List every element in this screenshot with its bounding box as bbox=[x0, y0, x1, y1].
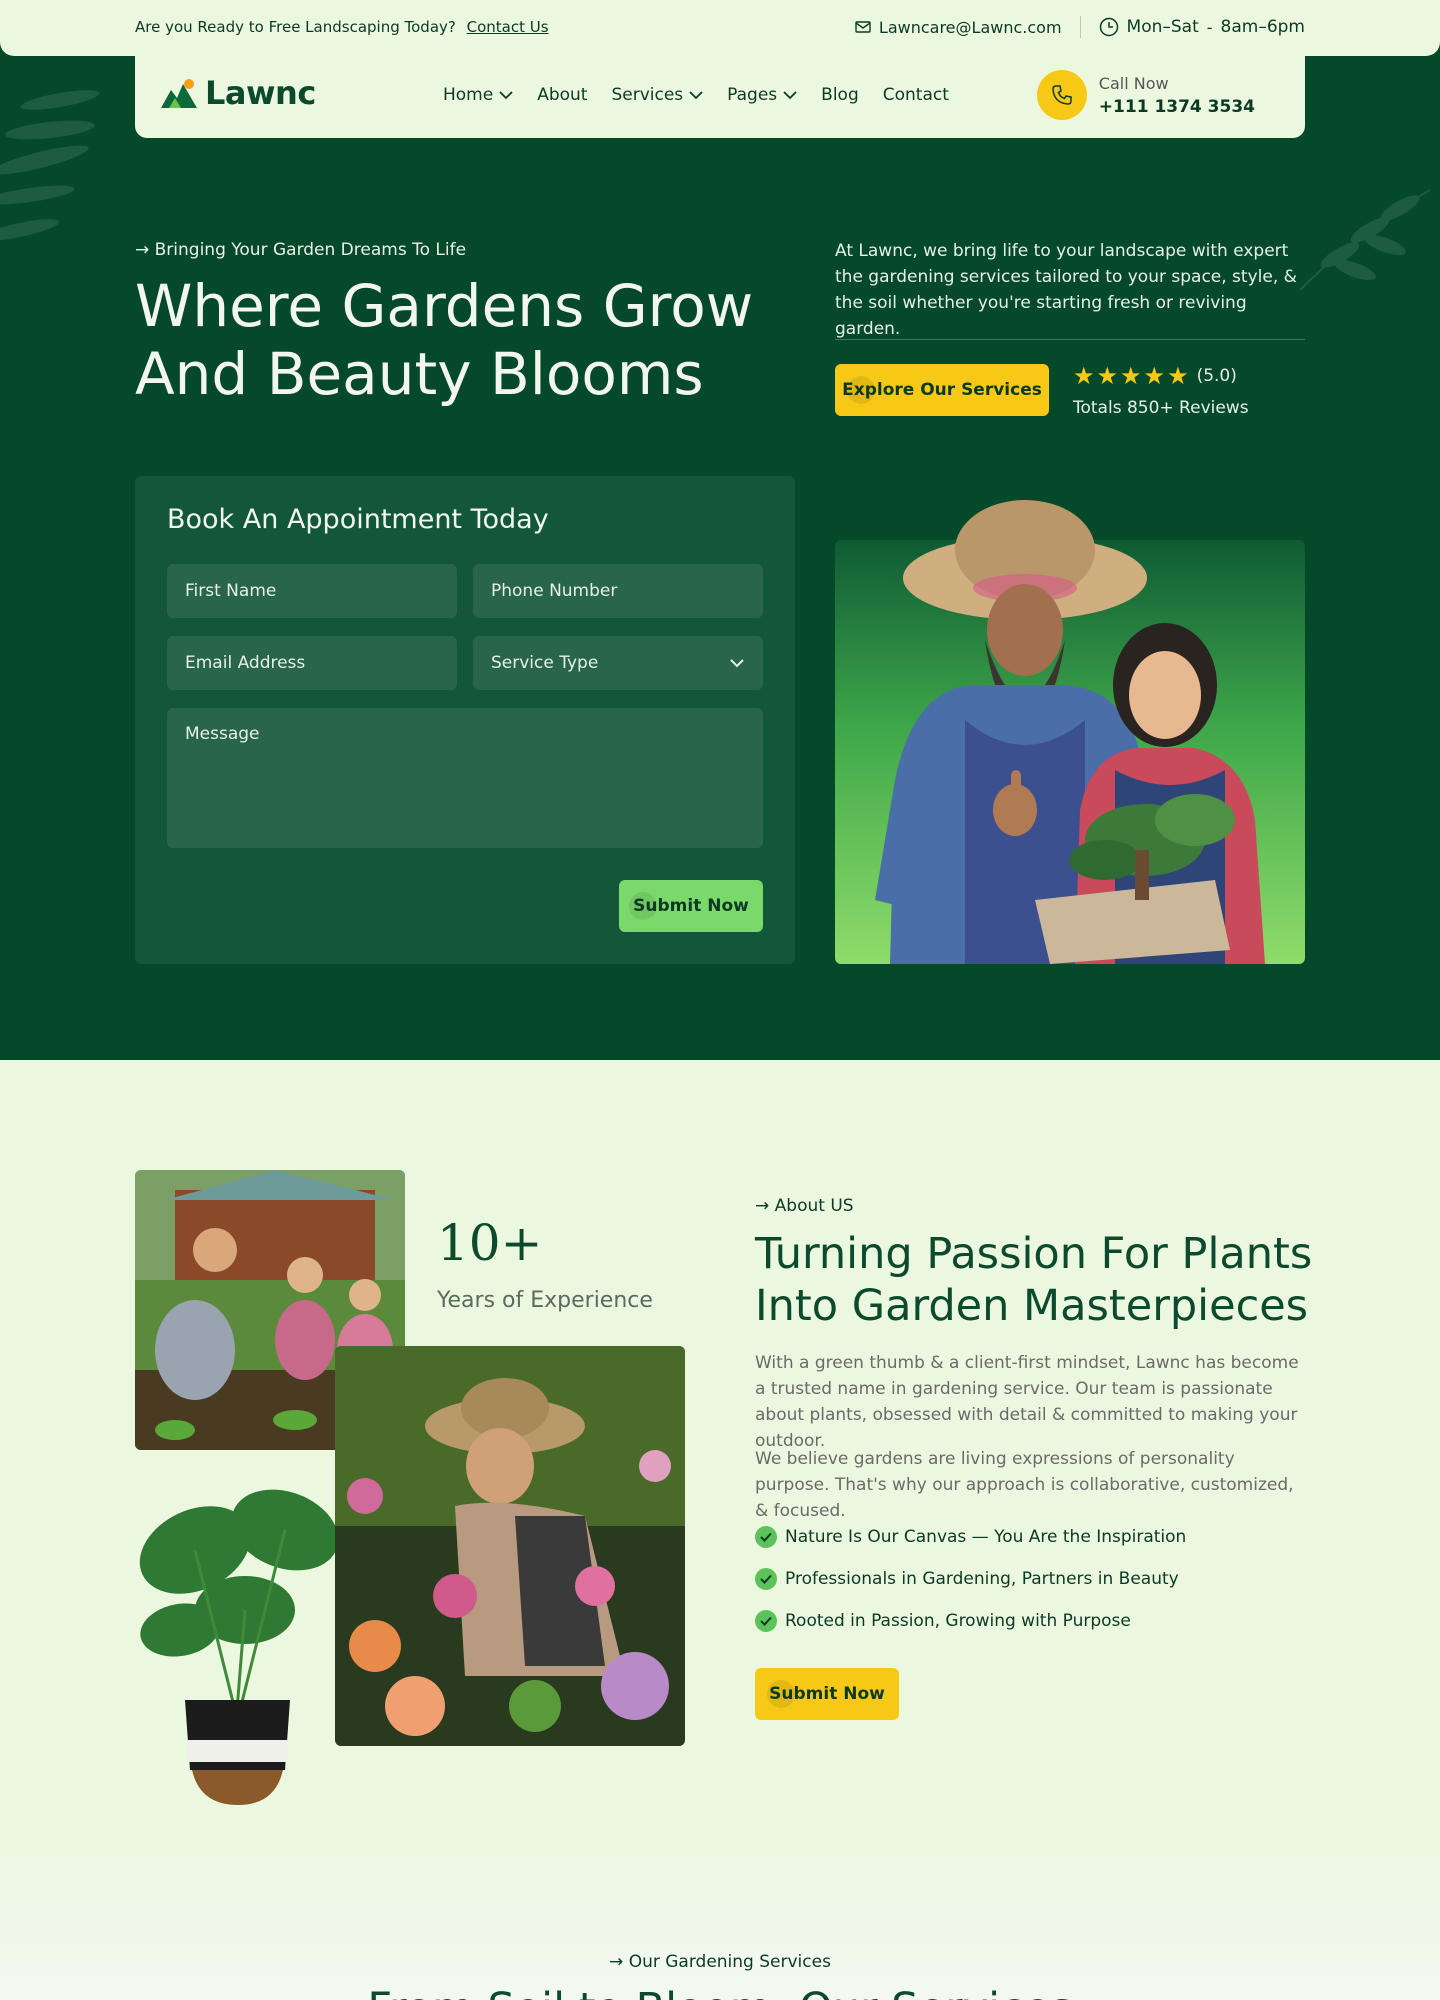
nav-item-blog[interactable]: Blog bbox=[821, 85, 859, 105]
top-bar-divider bbox=[1079, 16, 1081, 38]
phone-number-field[interactable]: Phone Number bbox=[473, 564, 763, 618]
service-type-value: Service Type bbox=[491, 653, 599, 673]
services-section: → Our Gardening Services From Soil to Bl… bbox=[0, 1856, 1440, 2000]
nav-item-pages[interactable]: Pages bbox=[727, 85, 797, 105]
about-section: 10+ Years of Experience → About US Turni… bbox=[0, 1060, 1440, 1856]
services-eyebrow: → Our Gardening Services bbox=[609, 1952, 831, 1972]
checklist-text: Rooted in Passion, Growing with Purpose bbox=[785, 1611, 1131, 1631]
brand-logo[interactable]: Lawnc bbox=[159, 74, 316, 112]
nav-item-label: Services bbox=[611, 85, 684, 105]
main-navbar: Lawnc Home About Services Pages Blog Con… bbox=[135, 56, 1305, 138]
check-icon bbox=[755, 1526, 777, 1548]
hero-divider bbox=[835, 339, 1305, 340]
hours-separator: - bbox=[1206, 17, 1213, 37]
service-type-select[interactable]: Service Type bbox=[473, 636, 763, 690]
nav-item-about[interactable]: About bbox=[537, 85, 587, 105]
top-bar: Are you Ready to Free Landscaping Today?… bbox=[0, 0, 1440, 56]
nav-item-services[interactable]: Services bbox=[611, 85, 703, 105]
nav-item-label: Contact bbox=[882, 85, 949, 105]
top-bar-prompt: Are you Ready to Free Landscaping Today? bbox=[135, 18, 456, 36]
services-title: From Soil to Bloom, Our Services bbox=[0, 1984, 1440, 2000]
experience-number: 10+ bbox=[437, 1214, 543, 1272]
appointment-form: Book An Appointment Today First Name Pho… bbox=[135, 476, 795, 964]
star-icon: ★ bbox=[1143, 362, 1166, 390]
nav-item-home[interactable]: Home bbox=[443, 85, 513, 105]
email-address-placeholder: Email Address bbox=[185, 653, 306, 673]
nav-menu: Home About Services Pages Blog Contact bbox=[443, 85, 973, 105]
first-name-field[interactable]: First Name bbox=[167, 564, 457, 618]
checklist-text: Professionals in Gardening, Partners in … bbox=[785, 1569, 1179, 1589]
hours-time: 8am–6pm bbox=[1220, 17, 1305, 37]
message-placeholder: Message bbox=[185, 724, 260, 744]
checklist-item: Professionals in Gardening, Partners in … bbox=[755, 1568, 1179, 1590]
nav-item-label: Blog bbox=[821, 85, 859, 105]
email-address-field[interactable]: Email Address bbox=[167, 636, 457, 690]
top-bar-left: Are you Ready to Free Landscaping Today?… bbox=[135, 18, 549, 36]
about-paragraph-1: With a green thumb & a client-first mind… bbox=[755, 1353, 1299, 1451]
star-icon: ★ bbox=[1167, 362, 1189, 390]
checklist-item: Rooted in Passion, Growing with Purpose bbox=[755, 1610, 1131, 1632]
phone-icon bbox=[1036, 70, 1087, 120]
about-submit-label: Submit Now bbox=[769, 1684, 885, 1704]
hero-section: → Bringing Your Garden Dreams To Life Wh… bbox=[0, 40, 1440, 1060]
call-now-block[interactable]: Call Now +111 1374 3534 bbox=[1036, 70, 1255, 120]
form-title: Book An Appointment Today bbox=[167, 504, 549, 535]
phone-number-placeholder: Phone Number bbox=[491, 581, 618, 601]
email-address[interactable]: Lawncare@Lawnc.com bbox=[879, 18, 1062, 37]
call-now-label: Call Now bbox=[1098, 73, 1169, 93]
top-bar-right: Lawncare@Lawnc.com Mon–Sat - 8am–6pm bbox=[855, 16, 1305, 38]
check-icon bbox=[755, 1610, 777, 1632]
chevron-down-icon bbox=[730, 659, 744, 668]
nav-item-label: Pages bbox=[727, 85, 778, 105]
chevron-down-icon bbox=[499, 90, 513, 99]
mail-icon bbox=[855, 21, 871, 33]
experience-label: Years of Experience bbox=[437, 1288, 653, 1313]
about-paragraph-2: We believe gardens are living expression… bbox=[755, 1449, 1294, 1521]
star-icon: ★ bbox=[1073, 362, 1095, 390]
star-icon: ★ bbox=[1096, 362, 1119, 390]
explore-services-label: Explore Our Services bbox=[842, 380, 1042, 400]
submit-appointment-label: Submit Now bbox=[633, 896, 749, 916]
first-name-placeholder: First Name bbox=[185, 581, 277, 601]
about-submit-button[interactable]: Submit Now bbox=[755, 1668, 899, 1720]
contact-us-link[interactable]: Contact Us bbox=[467, 18, 549, 36]
clock-icon bbox=[1099, 17, 1118, 37]
star-icon: ★ bbox=[1120, 362, 1142, 390]
potted-plant-image bbox=[139, 1489, 339, 1805]
nav-item-label: About bbox=[537, 85, 588, 105]
hero-title: Where Gardens Grow And Beauty Blooms bbox=[135, 272, 754, 408]
checklist-item: Nature Is Our Canvas — You Are the Inspi… bbox=[755, 1526, 1186, 1548]
rating-block: ★ ★ ★ ★ ★ (5.0) Totals 850+ Reviews bbox=[1073, 362, 1249, 418]
leaf-logo-icon bbox=[161, 79, 197, 108]
explore-services-button[interactable]: Explore Our Services bbox=[835, 364, 1049, 416]
chevron-down-icon bbox=[689, 90, 703, 99]
reviews-total: Totals 850+ Reviews bbox=[1073, 398, 1249, 418]
checklist-text: Nature Is Our Canvas — You Are the Inspi… bbox=[785, 1527, 1187, 1547]
nav-item-label: Home bbox=[443, 85, 494, 105]
about-title: Turning Passion For Plants Into Garden M… bbox=[755, 1229, 1313, 1331]
gardeners-photo bbox=[835, 500, 1305, 964]
hours-days: Mon–Sat bbox=[1126, 17, 1199, 37]
nav-item-contact[interactable]: Contact bbox=[883, 85, 949, 105]
call-now-number[interactable]: +111 1374 3534 bbox=[1099, 97, 1255, 117]
chevron-down-icon bbox=[783, 90, 797, 99]
rating-stars: ★ ★ ★ ★ ★ (5.0) bbox=[1073, 362, 1249, 390]
message-field[interactable]: Message bbox=[167, 708, 763, 848]
hero-eyebrow: → Bringing Your Garden Dreams To Life bbox=[135, 240, 467, 260]
check-icon bbox=[755, 1568, 777, 1590]
about-eyebrow: → About US bbox=[755, 1196, 854, 1216]
brand-name: Lawnc bbox=[205, 74, 316, 112]
submit-appointment-button[interactable]: Submit Now bbox=[619, 880, 763, 932]
gardener-flowers-photo bbox=[335, 1346, 685, 1746]
hero-description: At Lawnc, we bring life to your landscap… bbox=[835, 241, 1297, 339]
rating-value: (5.0) bbox=[1196, 366, 1237, 386]
